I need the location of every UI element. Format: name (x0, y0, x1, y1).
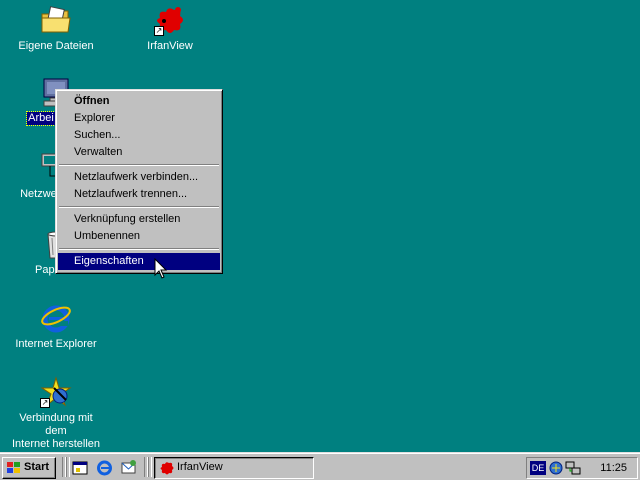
menu-item-rename[interactable]: Umbenennen (58, 228, 220, 245)
clock[interactable]: 11:25 (600, 458, 627, 478)
start-label: Start (24, 461, 50, 473)
desktop-icon-internet-explorer[interactable]: Internet Explorer (10, 302, 102, 351)
windows-logo-icon (7, 462, 21, 474)
internet-explorer-icon (40, 302, 72, 334)
desktop-icon-label: Verbindung mit dem Internet herstellen (11, 412, 101, 450)
irfanview-icon (160, 462, 174, 475)
desktop-icon-label: Arbei (26, 111, 56, 126)
start-button[interactable]: Start (2, 457, 56, 479)
show-desktop-icon[interactable] (72, 459, 89, 476)
internet-explorer-quicklaunch-icon[interactable] (96, 459, 113, 476)
desktop-icon-connect-wizard[interactable]: ↗ Verbindung mit dem Internet herstellen (10, 376, 102, 451)
irfanview-icon: ↗ (154, 4, 186, 36)
desktop-icon-label: IrfanView (147, 40, 193, 52)
taskbar-button-label: IrfanView (177, 461, 223, 473)
language-indicator[interactable]: DE (530, 461, 546, 475)
context-menu: Öffnen Explorer Suchen... Verwalten Netz… (55, 89, 223, 274)
menu-item-manage[interactable]: Verwalten (58, 144, 220, 161)
mouse-pointer-icon (154, 258, 168, 279)
toolbar-grip[interactable] (148, 457, 152, 477)
menu-item-create-shortcut[interactable]: Verknüpfung erstellen (58, 211, 220, 228)
menu-separator (59, 248, 219, 250)
shortcut-arrow-icon: ↗ (40, 398, 50, 408)
menu-item-properties[interactable]: Eigenschaften (58, 253, 220, 270)
menu-item-open[interactable]: Öffnen (58, 93, 220, 110)
my-documents-icon (40, 4, 72, 36)
taskbar-button-irfanview[interactable]: IrfanView (154, 457, 314, 479)
desktop-icon-label: Internet Explorer (15, 338, 97, 350)
connection-monitor-icon[interactable] (565, 460, 581, 476)
taskbar: Start IrfanView DE 11:25 (0, 452, 640, 480)
menu-item-map-network-drive[interactable]: Netzlaufwerk verbinden... (58, 169, 220, 186)
menu-item-search[interactable]: Suchen... (58, 127, 220, 144)
menu-item-disconnect-network-drive[interactable]: Netzlaufwerk trennen... (58, 186, 220, 203)
toolbar-grip[interactable] (66, 457, 70, 477)
menu-separator (59, 164, 219, 166)
outlook-express-icon[interactable] (120, 459, 137, 476)
menu-separator (59, 206, 219, 208)
menu-item-explorer[interactable]: Explorer (58, 110, 220, 127)
system-tray: DE 11:25 (526, 457, 638, 479)
network-status-icon[interactable] (548, 460, 564, 476)
desktop-icon-my-documents[interactable]: Eigene Dateien (10, 4, 102, 53)
shortcut-arrow-icon: ↗ (154, 26, 164, 36)
desktop-icon-irfanview[interactable]: ↗ IrfanView (124, 4, 216, 53)
desktop-icon-label: Eigene Dateien (18, 40, 94, 52)
connect-wizard-icon: ↗ (40, 376, 72, 408)
